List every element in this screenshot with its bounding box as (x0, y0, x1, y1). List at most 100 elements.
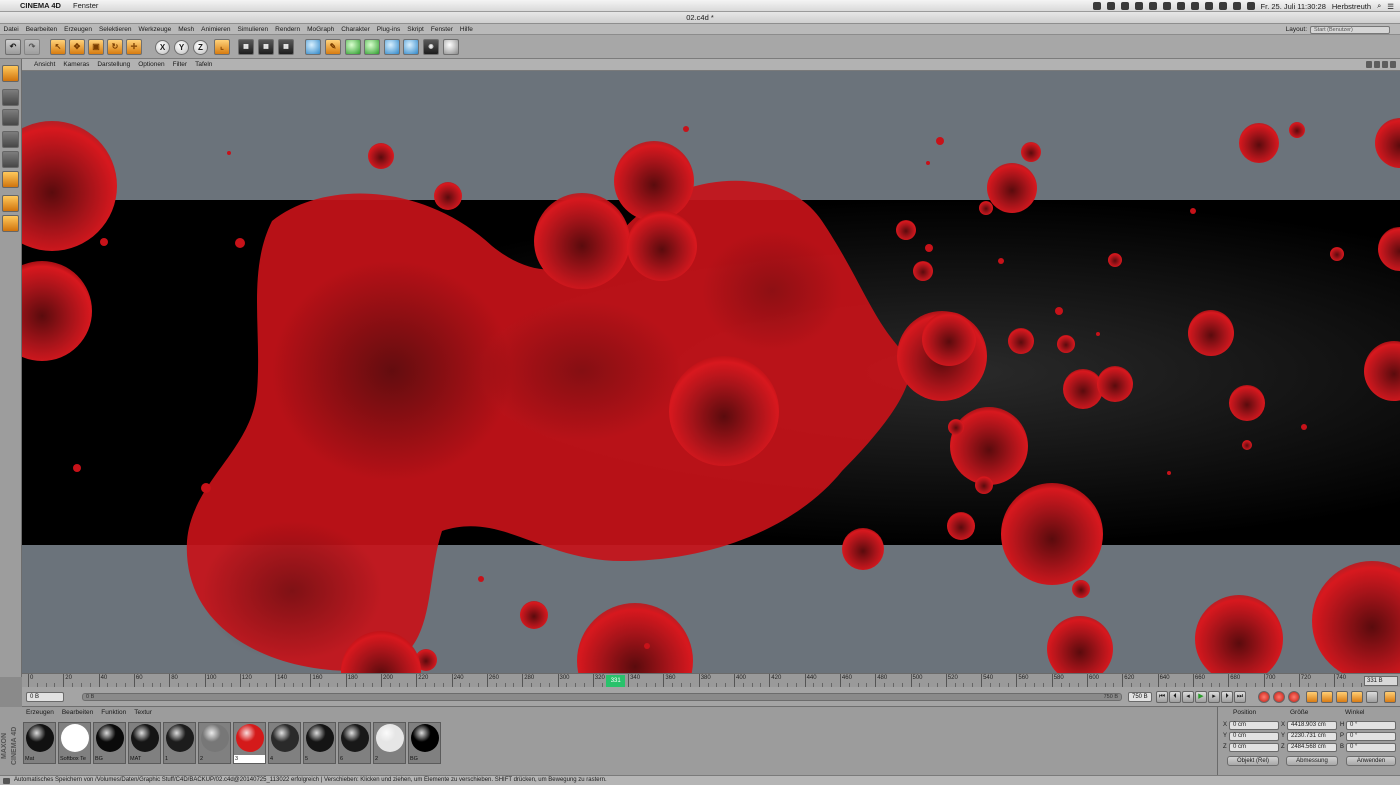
material-swatch[interactable]: MAT (128, 722, 161, 764)
goto-end-icon[interactable]: ⏭ (1234, 691, 1246, 703)
menubar-clock[interactable]: Fr. 25. Juli 11:30:28 (1261, 2, 1326, 11)
timeline-window-icon[interactable] (1384, 691, 1396, 703)
record-icon[interactable] (1258, 691, 1270, 703)
position-x-field[interactable]: 0 cm (1229, 721, 1279, 730)
menu-plugins[interactable]: Plug-ins (373, 24, 403, 35)
render-view-icon[interactable]: ▦ (238, 39, 254, 55)
layout-dropdown[interactable]: Start (Benutzer) (1310, 25, 1390, 34)
points-mode-icon[interactable] (2, 131, 19, 148)
battery-icon[interactable] (1232, 2, 1241, 10)
material-swatch[interactable]: 2 (373, 722, 406, 764)
coordinate-system-icon[interactable]: ⌞ (214, 39, 230, 55)
size-z-field[interactable]: 2484.568 cm (1287, 743, 1337, 752)
menu-app-name[interactable]: CINEMA 4D (14, 0, 67, 12)
cube-primitive-icon[interactable] (305, 39, 321, 55)
move-view-icon[interactable] (1366, 61, 1372, 68)
material-swatch[interactable]: Mat (23, 722, 56, 764)
flag-icon[interactable] (1246, 2, 1255, 10)
material-swatch[interactable]: BG (93, 722, 126, 764)
end-frame-field[interactable]: 750 B (1128, 692, 1152, 702)
tweak-mode-icon[interactable] (2, 215, 19, 232)
menu-animieren[interactable]: Animieren (198, 24, 234, 35)
material-swatch[interactable]: 4 (268, 722, 301, 764)
next-key-icon[interactable]: ⏵ (1221, 691, 1233, 703)
rotation-h-field[interactable]: 0 ° (1346, 721, 1396, 730)
viewport-menu-ansicht[interactable]: Ansicht (30, 59, 59, 71)
notification-list-icon[interactable]: ☰ (1387, 2, 1394, 11)
make-editable-icon[interactable] (2, 65, 19, 82)
menu-mograph[interactable]: MoGraph (304, 24, 338, 35)
pla-key-icon[interactable] (1366, 691, 1378, 703)
viewport-menu-filter[interactable]: Filter (169, 59, 191, 71)
material-swatch[interactable]: 2 (198, 722, 231, 764)
axis-mode-icon[interactable] (2, 195, 19, 212)
floor-scene-icon[interactable] (403, 39, 419, 55)
texture-mode-icon[interactable] (2, 109, 19, 126)
menu-datei[interactable]: Datei (0, 24, 22, 35)
viewport-menu-tafeln[interactable]: Tafeln (191, 59, 216, 71)
material-menu-textur[interactable]: Textur (130, 707, 156, 718)
array-icon[interactable] (364, 39, 380, 55)
viewport-menu-kameras[interactable]: Kameras (59, 59, 93, 71)
menu-simulieren[interactable]: Simulieren (234, 24, 272, 35)
edges-mode-icon[interactable] (2, 151, 19, 168)
autokey-icon[interactable] (1273, 691, 1285, 703)
rotation-b-field[interactable]: 0 ° (1346, 743, 1396, 752)
rotation-key-icon[interactable] (1336, 691, 1348, 703)
menu-hilfe[interactable]: Hilfe (456, 24, 476, 35)
material-menu-erzeugen[interactable]: Erzeugen (22, 707, 58, 718)
material-swatch[interactable]: Softbox Te (58, 722, 91, 764)
parameter-key-icon[interactable] (1351, 691, 1363, 703)
tray-icon[interactable] (1092, 2, 1101, 10)
zoom-view-icon[interactable] (1374, 61, 1380, 68)
axis-z-button[interactable]: Z (193, 39, 208, 55)
play-icon[interactable]: ▶ (1195, 691, 1207, 703)
redo-icon[interactable]: ↷ (24, 39, 40, 55)
menu-fenster-app[interactable]: Fenster (427, 24, 456, 35)
viewport-menu-optionen[interactable]: Optionen (134, 59, 168, 71)
move-icon[interactable]: ✥ (69, 39, 85, 55)
menu-rendern[interactable]: Rendern (272, 24, 304, 35)
light-icon[interactable] (443, 39, 459, 55)
prev-frame-icon[interactable]: ◂ (1182, 691, 1194, 703)
timeline-current-frame[interactable]: 331 (606, 675, 626, 687)
model-mode-icon[interactable] (2, 89, 19, 106)
undo-icon[interactable]: ↶ (5, 39, 21, 55)
menu-charakter[interactable]: Charakter (338, 24, 374, 35)
axis-x-button[interactable]: X (155, 39, 170, 55)
coord-mode-dropdown[interactable]: Objekt (Rel) (1227, 756, 1279, 766)
scale-key-icon[interactable] (1321, 691, 1333, 703)
rotate-icon[interactable]: ↻ (107, 39, 123, 55)
menu-skript[interactable]: Skript (404, 24, 428, 35)
size-mode-dropdown[interactable]: Abmessung (1286, 756, 1338, 766)
tray-icon[interactable] (1106, 2, 1115, 10)
scale-icon[interactable]: ▣ (88, 39, 104, 55)
material-swatch[interactable]: 3 (233, 722, 266, 764)
render-picture-viewer-icon[interactable]: ▦ (258, 39, 274, 55)
3d-viewport[interactable] (22, 71, 1400, 673)
goto-start-icon[interactable]: ⏮ (1156, 691, 1168, 703)
tray-icon[interactable] (1120, 2, 1129, 10)
volume-icon[interactable] (1218, 2, 1227, 10)
axis-y-button[interactable]: Y (174, 39, 189, 55)
render-settings-icon[interactable]: ▦ (278, 39, 294, 55)
position-key-icon[interactable] (1306, 691, 1318, 703)
material-menu-bearbeiten[interactable]: Bearbeiten (58, 707, 97, 718)
viewport-menu-darstellung[interactable]: Darstellung (93, 59, 134, 71)
timeline-ruler[interactable]: 0 20 40 60 80 100 120 140 160 180 200 220 240 260 280 3… (22, 673, 1400, 688)
spotlight-icon[interactable]: ⌕ (1377, 1, 1381, 11)
rotation-p-field[interactable]: 0 ° (1346, 732, 1396, 741)
timemachine-icon[interactable] (1190, 2, 1199, 10)
start-frame-field[interactable]: 0 B (26, 692, 64, 702)
menu-bearbeiten[interactable]: Bearbeiten (22, 24, 60, 35)
position-y-field[interactable]: 0 cm (1229, 732, 1279, 741)
rotate-view-icon[interactable] (1382, 61, 1388, 68)
preview-range-slider[interactable]: 0 B 750 B (82, 693, 1122, 701)
menu-werkzeuge[interactable]: Werkzeuge (135, 24, 175, 35)
next-frame-icon[interactable]: ▸ (1208, 691, 1220, 703)
material-swatch[interactable]: BG (408, 722, 441, 764)
size-y-field[interactable]: 2230.731 cm (1287, 732, 1337, 741)
toggle-view-icon[interactable] (1390, 61, 1396, 68)
bluetooth-icon[interactable] (1176, 2, 1185, 10)
keyframe-selection-icon[interactable] (1288, 691, 1300, 703)
